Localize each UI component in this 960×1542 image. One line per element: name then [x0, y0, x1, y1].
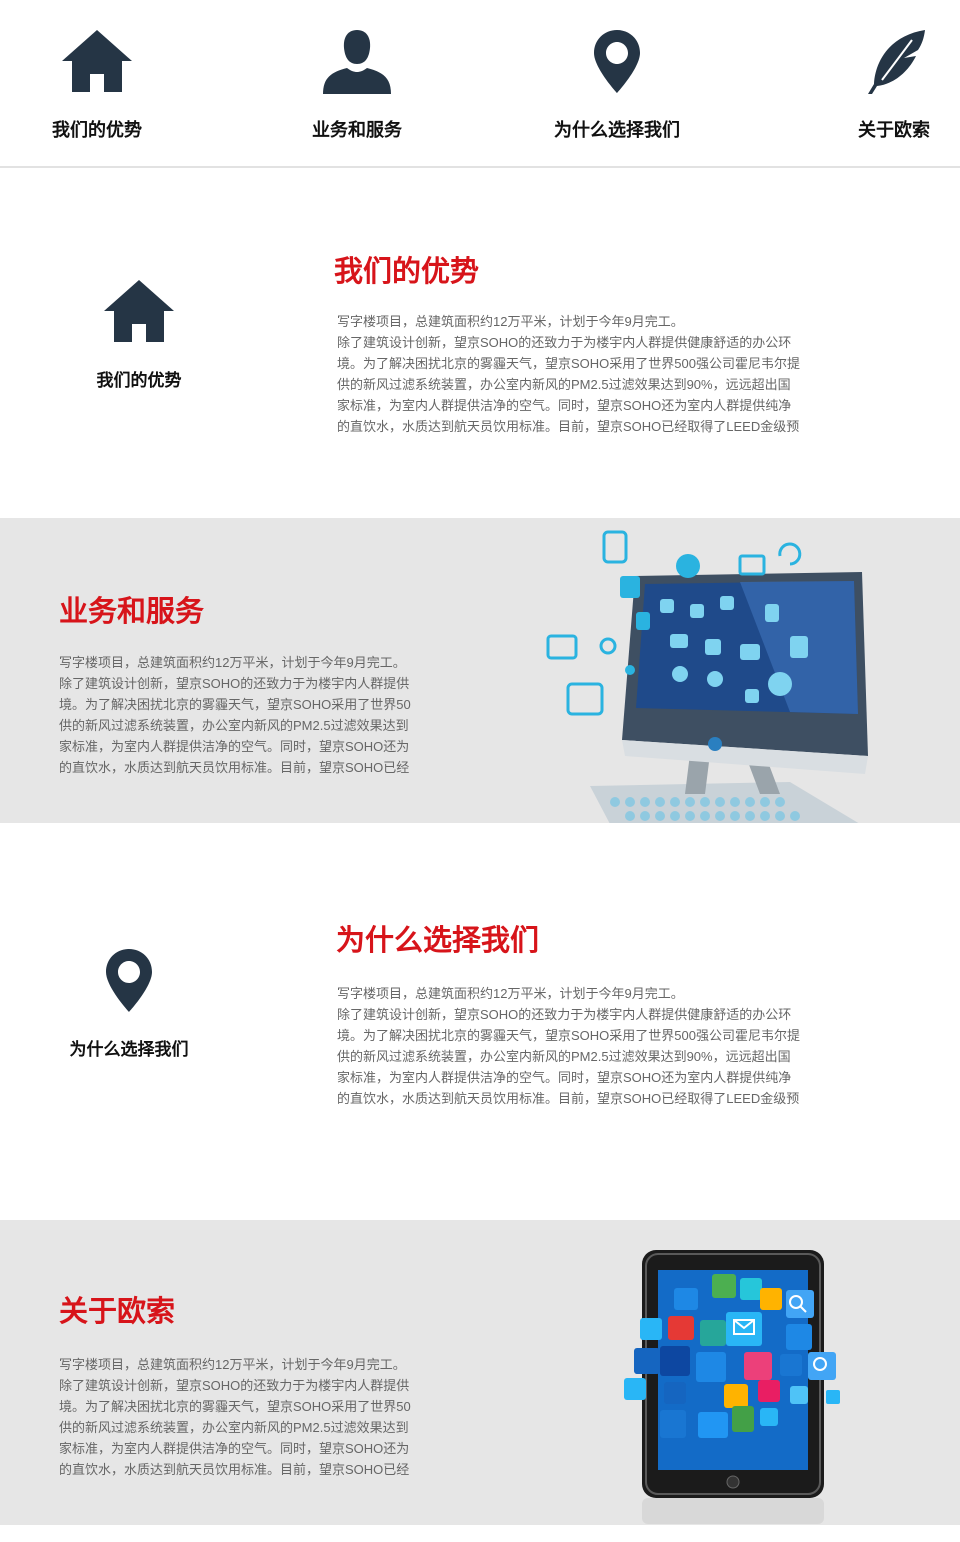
section-icon-block: 我们的优势 — [84, 278, 194, 391]
text-line: 境。为了解决困扰北京的雾霾天气，望京SOHO采用了世界500强公司霍尼韦尔提 — [337, 1028, 800, 1043]
text-line: 境。为了解决困扰北京的雾霾天气，望京SOHO采用了世界50 — [59, 1399, 411, 1414]
text-line: 供的新风过滤系统装置，办公室内新风的PM2.5过滤效果达到90%，远远超出国 — [337, 377, 791, 392]
person-icon — [323, 30, 391, 94]
top-navigation: 我们的优势 业务和服务 为什么选择我们 关于欧索 — [0, 0, 960, 168]
section-title: 为什么选择我们 — [336, 925, 540, 957]
text-line: 家标准，为室内人群提供洁净的空气。同时，望京SOHO还为 — [59, 1441, 410, 1456]
text-line: 的直饮水，水质达到航天员饮用标准。目前，望京SOHO已经取得了LEED金级预 — [337, 419, 800, 434]
text-line: 的直饮水，水质达到航天员饮用标准。目前，望京SOHO已经 — [59, 1462, 410, 1477]
nav-item-about[interactable]: 关于欧索 — [846, 28, 942, 142]
map-pin-icon — [594, 30, 640, 93]
text-line: 除了建筑设计创新，望京SOHO的还致力于为楼宇内人群提供 — [59, 676, 410, 691]
section-services: 业务和服务 写字楼项目，总建筑面积约12万平米，计划于今年9月完工。 除了建筑设… — [0, 518, 960, 823]
text-line: 的直饮水，水质达到航天员饮用标准。目前，望京SOHO已经 — [59, 760, 410, 775]
section-icon-block: 为什么选择我们 — [64, 947, 194, 1060]
text-line: 供的新风过滤系统装置，办公室内新风的PM2.5过滤效果达到90%，远远超出国 — [337, 1049, 791, 1064]
nav-label: 业务和服务 — [312, 120, 402, 140]
text-line: 写字楼项目，总建筑面积约12万平米，计划于今年9月完工。 — [59, 1357, 406, 1372]
text-line: 家标准，为室内人群提供洁净的空气。同时，望京SOHO还为室内人群提供纯净 — [337, 1070, 792, 1085]
nav-label: 我们的优势 — [52, 120, 142, 140]
section-title: 我们的优势 — [334, 256, 480, 288]
section-body-text: 写字楼项目，总建筑面积约12万平米，计划于今年9月完工。 除了建筑设计创新，望京… — [59, 1354, 437, 1480]
section-icon-label: 我们的优势 — [96, 371, 182, 390]
text-line: 写字楼项目，总建筑面积约12万平米，计划于今年9月完工。 — [59, 655, 406, 670]
feather-icon — [868, 30, 925, 94]
nav-label: 为什么选择我们 — [554, 120, 680, 140]
text-line: 的直饮水，水质达到航天员饮用标准。目前，望京SOHO已经取得了LEED金级预 — [337, 1091, 800, 1106]
text-line: 写字楼项目，总建筑面积约12万平米，计划于今年9月完工。 — [337, 986, 684, 1001]
text-line: 境。为了解决困扰北京的雾霾天气，望京SOHO采用了世界500强公司霍尼韦尔提 — [337, 356, 800, 371]
tablet-apps-illustration — [624, 1250, 840, 1524]
section-why-us: 为什么选择我们 为什么选择我们 写字楼项目，总建筑面积约12万平米，计划于今年9… — [0, 823, 960, 1220]
text-line: 家标准，为室内人群提供洁净的空气。同时，望京SOHO还为 — [59, 739, 410, 754]
section-body-text: 写字楼项目，总建筑面积约12万平米，计划于今年9月完工。 除了建筑设计创新，望京… — [337, 983, 847, 1109]
nav-item-why-us[interactable]: 为什么选择我们 — [552, 28, 682, 142]
nav-item-services[interactable]: 业务和服务 — [304, 28, 410, 142]
nav-label: 关于欧索 — [858, 120, 930, 140]
section-body-text: 写字楼项目，总建筑面积约12万平米，计划于今年9月完工。 除了建筑设计创新，望京… — [337, 311, 847, 437]
text-line: 写字楼项目，总建筑面积约12万平米，计划于今年9月完工。 — [337, 314, 684, 329]
text-line: 境。为了解决困扰北京的雾霾天气，望京SOHO采用了世界50 — [59, 697, 411, 712]
section-title: 关于欧索 — [59, 1296, 176, 1328]
text-line: 供的新风过滤系统装置，办公室内新风的PM2.5过滤效果达到 — [59, 718, 409, 733]
map-pin-icon — [106, 949, 152, 1012]
text-line: 除了建筑设计创新，望京SOHO的还致力于为楼宇内人群提供 — [59, 1378, 410, 1393]
home-icon — [104, 280, 174, 342]
text-line: 除了建筑设计创新，望京SOHO的还致力于为楼宇内人群提供健康舒适的办公环 — [337, 1007, 792, 1022]
text-line: 家标准，为室内人群提供洁净的空气。同时，望京SOHO还为室内人群提供纯净 — [337, 398, 792, 413]
text-line: 供的新风过滤系统装置，办公室内新风的PM2.5过滤效果达到 — [59, 1420, 409, 1435]
section-title: 业务和服务 — [59, 596, 205, 628]
home-icon — [62, 30, 132, 92]
section-advantages: 我们的优势 我们的优势 写字楼项目，总建筑面积约12万平米，计划于今年9月完工。… — [0, 168, 960, 518]
nav-item-advantages[interactable]: 我们的优势 — [44, 28, 150, 142]
text-line: 除了建筑设计创新，望京SOHO的还致力于为楼宇内人群提供健康舒适的办公环 — [337, 335, 792, 350]
section-body-text: 写字楼项目，总建筑面积约12万平米，计划于今年9月完工。 除了建筑设计创新，望京… — [59, 652, 437, 778]
computer-monitor-illustration — [546, 530, 868, 823]
section-icon-label: 为什么选择我们 — [69, 1040, 189, 1059]
section-about: 关于欧索 写字楼项目，总建筑面积约12万平米，计划于今年9月完工。 除了建筑设计… — [0, 1220, 960, 1525]
